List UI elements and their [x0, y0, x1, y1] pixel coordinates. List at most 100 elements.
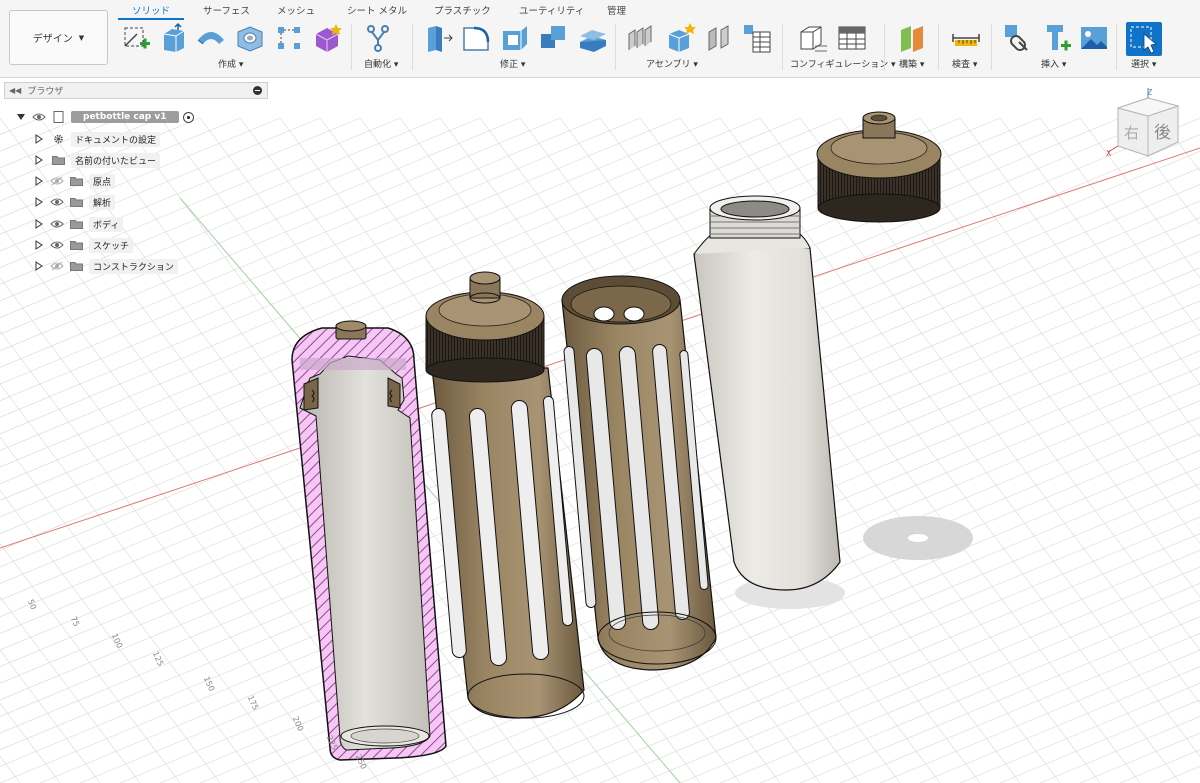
- workspace-label: デザイン: [32, 34, 73, 45]
- browser-header: ◀◀ ブラウザ: [4, 82, 268, 99]
- offset-face-icon[interactable]: [577, 22, 609, 54]
- select-group-label[interactable]: 選択 ▾: [1131, 57, 1156, 70]
- folder-icon: [70, 262, 83, 271]
- collapse-panel-icon[interactable]: ◀◀: [9, 86, 21, 95]
- modify-group-label[interactable]: 修正 ▾: [500, 57, 525, 70]
- tree-item-label[interactable]: スケッチ: [89, 237, 134, 253]
- folder-icon: [70, 220, 83, 229]
- capped-sleeve-assembly[interactable]: [425, 271, 585, 719]
- divider: [991, 24, 992, 70]
- inspect-group-label[interactable]: 検査 ▾: [952, 57, 977, 70]
- browser-panel: ◀◀ ブラウザ petbottle cap v1 ドキュメントの設定 名前の付いた…: [4, 82, 268, 274]
- create-sketch-icon[interactable]: [121, 22, 153, 54]
- revolve-icon[interactable]: [195, 22, 227, 54]
- expand-triangle-icon[interactable]: [34, 134, 44, 144]
- tree-item-label[interactable]: ボディ: [89, 216, 124, 232]
- divider: [782, 24, 783, 70]
- folder-icon: [70, 177, 83, 186]
- bill-of-materials-icon[interactable]: [741, 22, 773, 54]
- 3d-viewport[interactable]: 50 75 100 125 150 175 200 225 250: [0, 78, 1200, 783]
- document-icon: [53, 111, 64, 123]
- tab-utilities[interactable]: ユーティリティ: [519, 3, 584, 17]
- ribbon-toolbar: デザイン ▼ ソリッド サーフェス メッシュ シート メタル プラスチック ユー…: [0, 0, 1200, 78]
- section-view-assembly[interactable]: [291, 320, 447, 761]
- select-button[interactable]: [1126, 22, 1162, 56]
- joint-icon[interactable]: [665, 22, 697, 54]
- construct-group-label[interactable]: 構築 ▾: [899, 57, 924, 70]
- activate-component-icon[interactable]: [182, 111, 194, 123]
- root-component-label[interactable]: petbottle cap v1: [71, 111, 179, 123]
- tab-mesh[interactable]: メッシュ: [277, 3, 315, 17]
- extrude-icon[interactable]: [158, 22, 190, 54]
- automate-icon[interactable]: [362, 22, 394, 54]
- visibility-eye-icon[interactable]: [32, 112, 46, 122]
- press-pull-icon[interactable]: [422, 22, 454, 54]
- configuration-table-icon[interactable]: [836, 22, 868, 54]
- hidden-eye-icon[interactable]: [50, 261, 64, 271]
- tab-manage[interactable]: 管理: [607, 3, 626, 17]
- tab-plastic[interactable]: プラスチック: [434, 3, 491, 17]
- visibility-eye-icon[interactable]: [50, 240, 64, 250]
- tree-item[interactable]: ボディ: [34, 216, 124, 232]
- model-canvas[interactable]: [0, 78, 1200, 783]
- as-built-joint-icon[interactable]: [703, 22, 735, 54]
- cap-shadow-hole: [908, 534, 928, 542]
- hidden-eye-icon[interactable]: [50, 176, 64, 186]
- gear-icon: [54, 134, 63, 144]
- bottle-cap[interactable]: [816, 111, 942, 223]
- tree-item-label[interactable]: 名前の付いたビュー: [71, 152, 161, 168]
- expand-triangle-icon[interactable]: [34, 261, 44, 271]
- expand-triangle-icon[interactable]: [34, 240, 44, 250]
- view-cube[interactable]: 右 後 Z X: [1100, 86, 1195, 166]
- new-component-icon[interactable]: [625, 22, 657, 54]
- browser-title: ブラウザ: [27, 87, 64, 97]
- view-cube-right-face[interactable]: 右: [1124, 124, 1139, 142]
- tab-sheet-metal[interactable]: シート メタル: [347, 3, 407, 17]
- view-cube-back-face[interactable]: 後: [1154, 123, 1171, 143]
- expand-triangle-icon[interactable]: [16, 112, 26, 122]
- automate-group-label[interactable]: 自動化 ▾: [364, 57, 398, 70]
- tree-item-label[interactable]: 解析: [89, 194, 116, 210]
- tree-item[interactable]: スケッチ: [34, 237, 134, 253]
- expand-triangle-icon[interactable]: [34, 155, 44, 165]
- divider: [938, 24, 939, 70]
- tree-item-label[interactable]: コンストラクション: [89, 258, 178, 274]
- insert-canvas-icon[interactable]: [1078, 22, 1110, 54]
- tab-solid[interactable]: ソリッド: [117, 3, 185, 20]
- chevron-down-icon: ▼: [78, 33, 85, 42]
- pet-bottle[interactable]: [693, 195, 841, 591]
- insert-mcmaster-icon[interactable]: [1041, 22, 1073, 54]
- tree-item-label[interactable]: 原点: [89, 173, 116, 189]
- expand-triangle-icon[interactable]: [34, 176, 44, 186]
- workspace-switcher-button[interactable]: デザイン ▼: [9, 10, 108, 65]
- tree-item[interactable]: 原点: [34, 173, 116, 189]
- expand-triangle-icon[interactable]: [34, 197, 44, 207]
- visibility-eye-icon[interactable]: [50, 219, 64, 229]
- tree-item[interactable]: 名前の付いたビュー: [34, 152, 161, 168]
- divider: [351, 24, 352, 70]
- tree-item[interactable]: コンストラクション: [34, 258, 178, 274]
- offset-plane-icon[interactable]: [897, 22, 929, 54]
- tree-item[interactable]: 解析: [34, 194, 116, 210]
- shell-icon[interactable]: [499, 22, 531, 54]
- measure-icon[interactable]: [950, 22, 982, 54]
- open-sleeve[interactable]: [561, 275, 717, 671]
- tab-surface[interactable]: サーフェス: [203, 3, 250, 17]
- tree-item-label[interactable]: ドキュメントの設定: [71, 131, 161, 147]
- tree-item[interactable]: ドキュメントの設定: [34, 131, 161, 147]
- configure-group-label[interactable]: コンフィギュレーション ▾: [790, 57, 896, 70]
- tree-root-row[interactable]: petbottle cap v1: [16, 109, 194, 125]
- panel-options-icon[interactable]: [253, 86, 262, 95]
- insert-group-label[interactable]: 挿入 ▾: [1041, 57, 1066, 70]
- combine-icon[interactable]: [537, 22, 569, 54]
- assemble-group-label[interactable]: アセンブリ ▾: [646, 57, 698, 70]
- configure-model-icon[interactable]: [797, 22, 829, 54]
- fillet-icon[interactable]: [460, 22, 492, 54]
- hole-icon[interactable]: [234, 22, 266, 54]
- visibility-eye-icon[interactable]: [50, 197, 64, 207]
- form-icon[interactable]: [311, 22, 343, 54]
- pattern-icon[interactable]: [273, 22, 305, 54]
- insert-derive-icon[interactable]: [1002, 22, 1034, 54]
- create-group-label[interactable]: 作成 ▾: [218, 57, 243, 70]
- expand-triangle-icon[interactable]: [34, 219, 44, 229]
